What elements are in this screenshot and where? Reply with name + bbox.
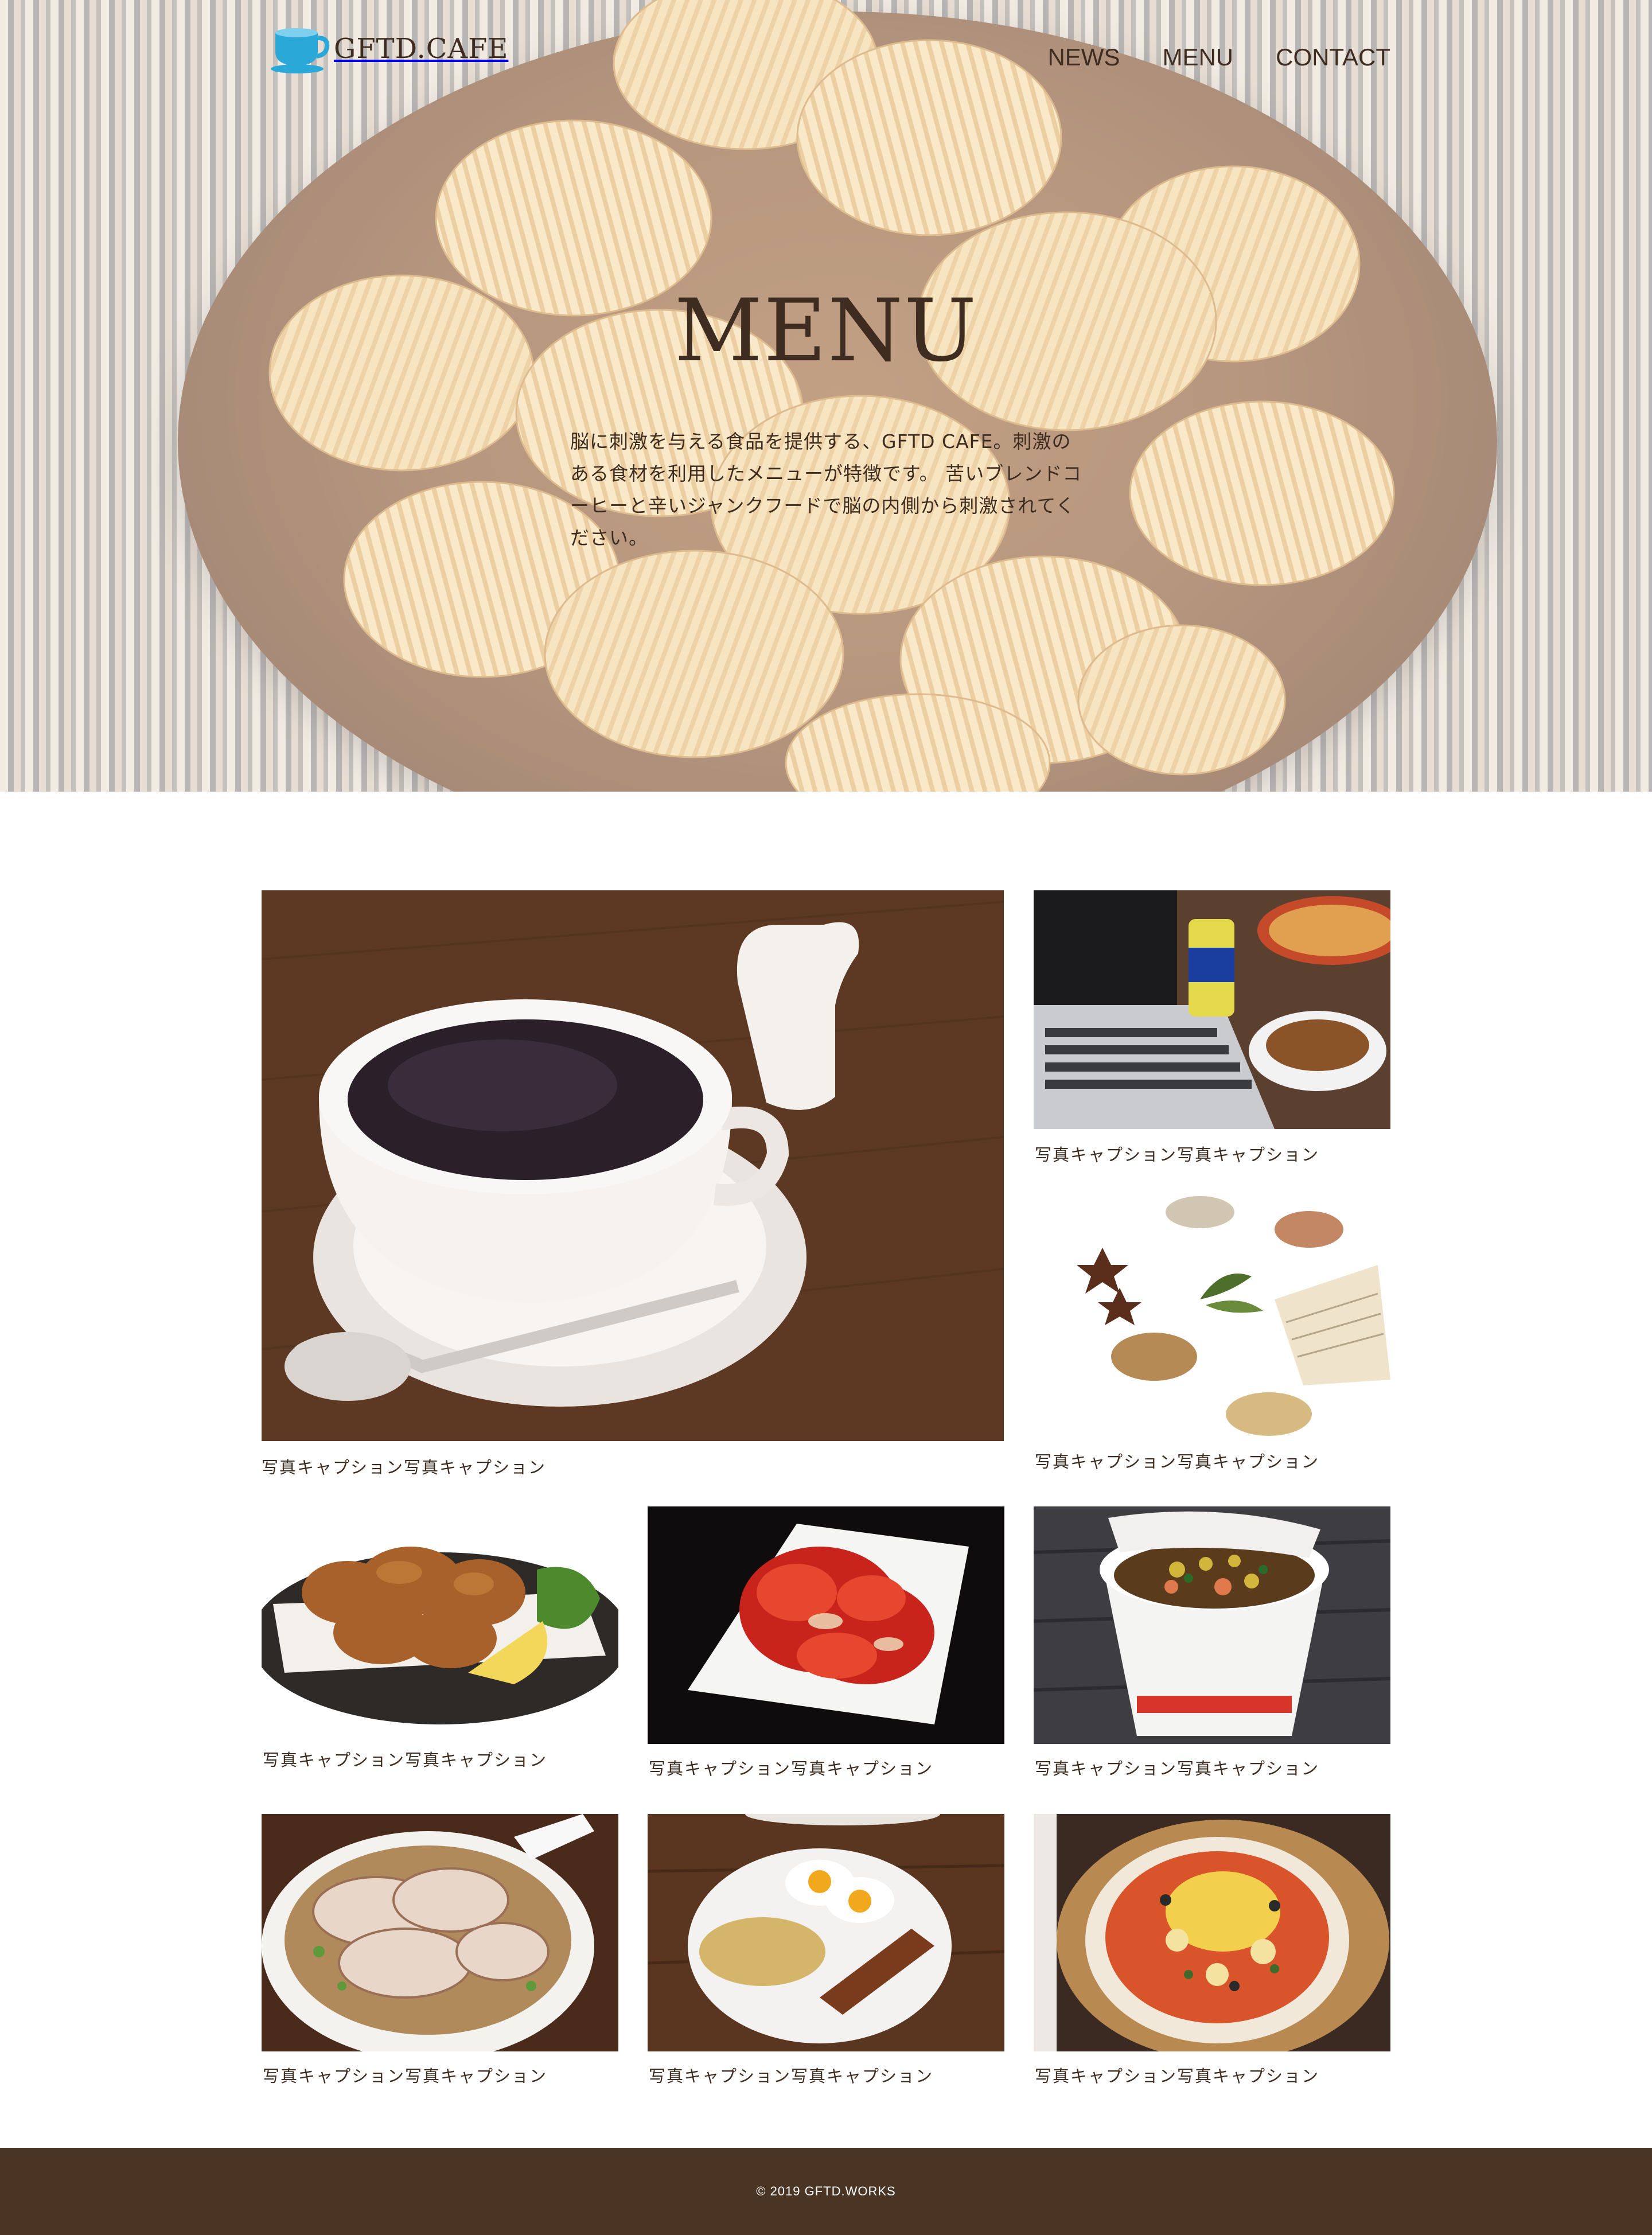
coffee-cup-photo [262,890,1004,1441]
photo-caption: 写真キャプション写真キャプション [1035,1759,1320,1778]
photo-caption: 写真キャプション写真キャプション [649,1759,934,1778]
eggs-breakfast-photo [648,1814,1004,2051]
photo-caption: 写真キャプション写真キャプション [262,1458,547,1477]
logo-text: GFTD.CAFE [334,33,509,65]
kimchi-photo [648,1506,1004,1744]
pizza-photo [1034,1814,1390,2051]
ramen-photo [262,1814,618,2051]
laptop-snacks-photo [1034,890,1390,1129]
copyright-text: © 2019 GFTD.WORKS [756,2184,896,2198]
nav-contact-link[interactable]: CONTACT [1276,44,1390,71]
fried-chicken-photo [262,1506,618,1735]
site-footer: © 2019 GFTD.WORKS [0,2148,1652,2235]
site-logo[interactable]: GFTD.CAFE [267,23,508,75]
photo-caption: 写真キャプション写真キャプション [1035,1145,1320,1165]
photo-caption: 写真キャプション写真キャプション [649,2066,934,2086]
hero-overlay [0,0,1652,792]
photo-caption: 写真キャプション写真キャプション [263,1750,548,1770]
hero-description: 脳に刺激を与える食品を提供する、GFTD CAFE。刺激のある食材を利用したメニ… [570,430,1082,549]
coffee-cup-icon [271,28,330,73]
photo-caption: 写真キャプション写真キャプション [1035,1452,1320,1471]
photo-caption: 写真キャプション写真キャプション [263,2066,548,2086]
nav-news-link[interactable]: NEWS [1047,44,1120,71]
cup-noodle-photo [1034,1506,1390,1744]
hero-section: GFTD.CAFE NEWS MENU CONTACT MENU 脳に刺激を与え… [0,0,1652,792]
main-nav: NEWS MENU CONTACT [1047,44,1390,71]
photo-caption: 写真キャプション写真キャプション [1035,2066,1320,2086]
nav-menu-link[interactable]: MENU [1162,44,1233,71]
spices-photo [1034,1196,1390,1437]
page-title: MENU [674,281,978,381]
